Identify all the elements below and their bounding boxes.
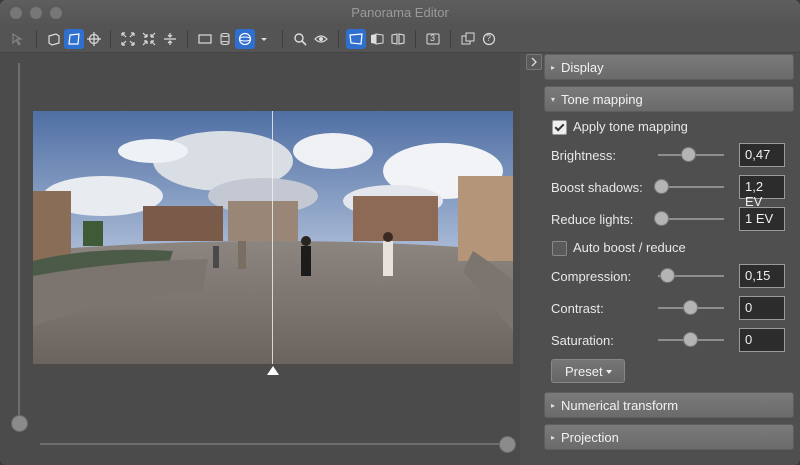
section-projection-label: Projection [561,430,619,445]
boost-shadows-label: Boost shadows: [551,180,643,195]
help-label: ? [486,33,492,43]
vertical-slider-knob[interactable] [11,415,28,432]
section-display[interactable]: ▸ Display [544,54,794,80]
windows-icon[interactable] [458,29,478,49]
panorama-editor-window: Panorama Editor 3 ? ▸ Display ▾ Tone map… [0,0,800,465]
disclosure-right-icon: ▸ [551,401,556,410]
boost-shadows-value: 1,2 EV [745,179,764,209]
panorama-viewport[interactable] [0,53,520,465]
section-numerical-transform-label: Numerical transform [561,398,679,413]
section-tone-mapping[interactable]: ▾ Tone mapping [544,86,794,112]
toolbar: 3 ? [0,26,800,53]
contrast-value: 0 [745,300,753,315]
perspective-plane-icon[interactable] [44,29,64,49]
saturation-value: 0 [745,332,753,347]
contrast-slider-knob[interactable] [683,300,698,315]
auto-boost-reduce-label: Auto boost / reduce [573,240,686,255]
center-marker-icon[interactable] [267,366,279,376]
brightness-label: Brightness: [551,148,617,163]
view-cube-icon[interactable] [367,29,387,49]
preset-label: Preset [565,364,603,379]
fit-expand-icon[interactable] [118,29,138,49]
dropdown-arrow-icon[interactable] [257,29,271,49]
cylinder-projection-icon[interactable] [215,29,235,49]
apply-tone-mapping-checkbox[interactable] [552,120,567,135]
compression-slider-knob[interactable] [660,268,675,283]
reduce-lights-value: 1 EV [745,211,774,226]
section-numerical-transform[interactable]: ▸ Numerical transform [544,392,794,418]
pointer-icon[interactable] [8,29,28,49]
contrast-field[interactable]: 0 [739,296,785,320]
disclosure-right-icon: ▸ [551,433,556,442]
number-3-icon[interactable]: 3 [423,29,443,49]
reduce-lights-field[interactable]: 1 EV [739,207,785,231]
center-target-icon[interactable] [84,29,104,49]
brightness-slider-knob[interactable] [681,147,696,162]
preset-button[interactable]: Preset [551,359,625,383]
collapse-panel-button[interactable] [526,54,542,70]
view-book-icon[interactable] [388,29,408,49]
auto-boost-reduce-checkbox[interactable] [552,241,567,256]
eye-icon[interactable] [311,29,331,49]
saturation-field[interactable]: 0 [739,328,785,352]
number-3-label: 3 [430,33,436,43]
view-plane-icon[interactable] [346,29,366,49]
compression-field[interactable]: 0,15 [739,264,785,288]
reduce-lights-slider-knob[interactable] [654,211,669,226]
saturation-label: Saturation: [551,333,614,348]
section-display-label: Display [561,60,604,75]
disclosure-right-icon: ▸ [551,63,556,72]
contrast-label: Contrast: [551,301,604,316]
sphere-projection-icon[interactable] [235,29,255,49]
boost-shadows-field[interactable]: 1,2 EV [739,175,785,209]
vertical-slider-track[interactable] [18,63,20,423]
compression-label: Compression: [551,269,632,284]
compression-value: 0,15 [745,268,771,283]
window-title: Panorama Editor [351,5,449,20]
saturation-slider-knob[interactable] [683,332,698,347]
help-icon[interactable]: ? [479,29,499,49]
horizontal-slider-knob[interactable] [499,436,516,453]
brightness-value: 0,47 [745,147,771,162]
disclosure-down-icon: ▾ [551,95,556,104]
panorama-image[interactable] [33,111,513,364]
reduce-lights-label: Reduce lights: [551,212,634,227]
preset-dropdown-icon [606,370,612,374]
brightness-field[interactable]: 0,47 [739,143,785,167]
section-projection[interactable]: ▸ Projection [544,424,794,450]
section-tone-mapping-label: Tone mapping [561,92,643,107]
magnifier-icon[interactable] [290,29,310,49]
rectangle-projection-icon[interactable] [195,29,215,49]
apply-tone-mapping-label: Apply tone mapping [573,119,688,134]
center-guide-line [272,111,273,364]
horizontal-slider-track[interactable] [40,443,508,445]
fit-compress-icon[interactable] [139,29,159,49]
title-bar: Panorama Editor [0,0,800,26]
freeform-plane-icon[interactable] [64,29,84,49]
split-vertical-icon[interactable] [160,29,180,49]
boost-shadows-slider-knob[interactable] [654,179,669,194]
